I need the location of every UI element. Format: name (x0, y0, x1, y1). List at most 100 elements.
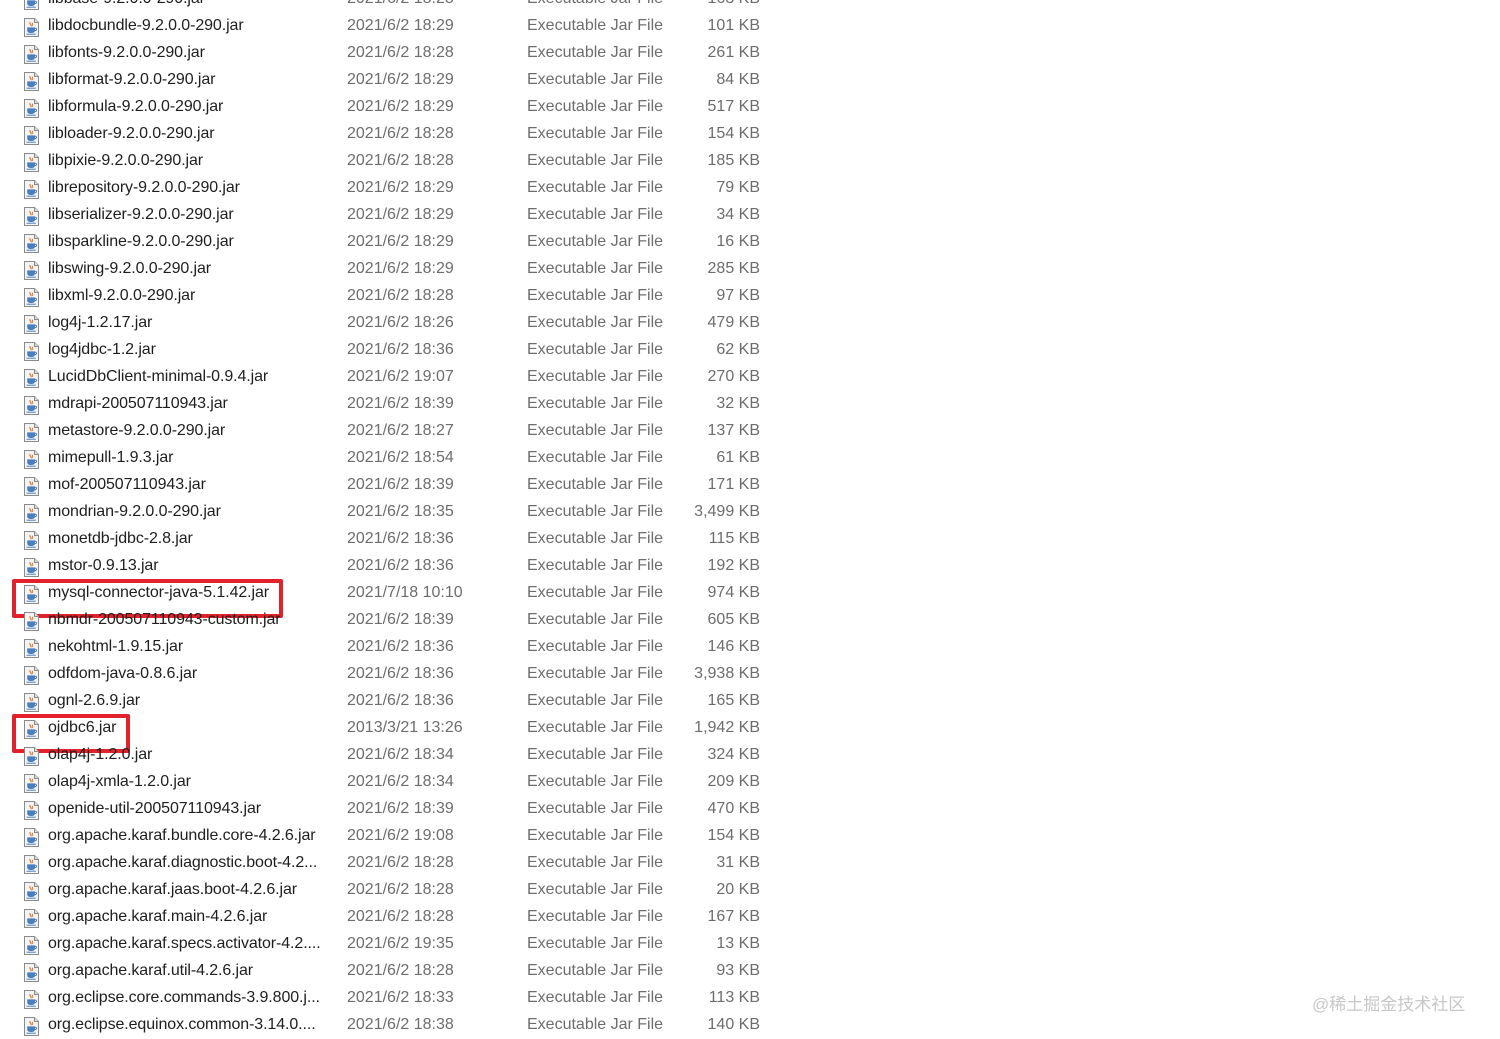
file-row[interactable]: libloader-9.2.0.0-290.jar 2021/6/2 18:28 E… (0, 121, 800, 148)
file-row[interactable]: libswing-9.2.0.0-290.jar 2021/6/2 18:29 Ex… (0, 256, 800, 283)
file-name: librepository-9.2.0.0-290.jar (48, 179, 240, 196)
file-row[interactable]: org.apache.karaf.specs.activator-4.2....… (0, 931, 800, 958)
file-row[interactable]: nekohtml-1.9.15.jar 2021/6/2 18:36 Executa… (0, 634, 800, 661)
file-row[interactable]: org.apache.karaf.jaas.boot-4.2.6.jar 2021… (0, 877, 800, 904)
file-size: 165 KB (707, 692, 760, 709)
file-row[interactable]: libbase-9.2.0.0-290.jar 2021/6/2 18:28 Exe… (0, 0, 800, 13)
file-type: Executable Jar File (527, 260, 664, 277)
file-size: 167 KB (707, 908, 760, 925)
file-row[interactable]: libserializer-9.2.0.0-290.jar 2021/6/2 18… (0, 202, 800, 229)
file-type: Executable Jar File (527, 1016, 664, 1033)
file-date: 2021/6/2 18:36 (347, 665, 454, 682)
file-row[interactable]: libformat-9.2.0.0-290.jar 2021/6/2 18:29 E… (0, 67, 800, 94)
file-row[interactable]: mysql-connector-java-5.1.42.jar 2021/7/18… (0, 579, 800, 618)
file-date: 2021/6/2 18:28 (347, 908, 454, 925)
file-row[interactable]: mof-200507110943.jar 2021/6/2 18:39 Execut… (0, 472, 800, 499)
file-row[interactable]: mondrian-9.2.0.0-290.jar 2021/6/2 18:35 Ex… (0, 499, 800, 526)
file-row[interactable]: mdrapi-200507110943.jar 2021/6/2 18:39 Exe… (0, 391, 800, 418)
file-size: 324 KB (707, 746, 760, 763)
file-row[interactable]: monetdb-jdbc-2.8.jar 2021/6/2 18:36 Execut… (0, 526, 800, 553)
file-date: 2021/6/2 18:29 (347, 233, 454, 250)
file-name: org.apache.karaf.jaas.boot-4.2.6.jar (48, 881, 298, 898)
file-row[interactable]: odfdom-java-0.8.6.jar 2021/6/2 18:36 Execu… (0, 661, 800, 688)
file-date: 2021/6/2 18:28 (347, 0, 454, 8)
file-row[interactable]: olap4j-1.2.0.jar 2021/6/2 18:34 Executable… (0, 742, 800, 769)
file-row[interactable]: libformula-9.2.0.0-290.jar 2021/6/2 18:29… (0, 94, 800, 121)
file-type: Executable Jar File (527, 17, 664, 34)
file-size: 3,938 KB (694, 665, 760, 682)
file-row[interactable]: libpixie-9.2.0.0-290.jar 2021/6/2 18:28 Ex… (0, 148, 800, 175)
file-row[interactable]: libdocbundle-9.2.0.0-290.jar 2021/6/2 18:… (0, 13, 800, 40)
file-date: 2021/6/2 18:28 (347, 854, 454, 871)
file-row[interactable]: ognl-2.6.9.jar 2021/6/2 18:36 Executable J… (0, 688, 800, 715)
file-type: Executable Jar File (527, 854, 664, 871)
file-row[interactable]: log4jdbc-1.2.jar 2021/6/2 18:36 Executable… (0, 337, 800, 364)
file-name: mdrapi-200507110943.jar (48, 395, 228, 412)
file-name: org.apache.karaf.util-4.2.6.jar (48, 962, 254, 979)
file-row[interactable]: log4j-1.2.17.jar 2021/6/2 18:26 Executable… (0, 310, 800, 337)
file-row[interactable]: libxml-9.2.0.0-290.jar 2021/6/2 18:28 Exec… (0, 283, 800, 310)
file-row[interactable]: LucidDbClient-minimal-0.9.4.jar 2021/6/2 … (0, 364, 800, 391)
file-row[interactable]: org.eclipse.core.commands-3.9.800.j... 20… (0, 985, 800, 1012)
file-type: Executable Jar File (527, 125, 664, 142)
java-jar-icon (23, 585, 40, 604)
java-jar-icon (23, 261, 40, 280)
file-name: ognl-2.6.9.jar (48, 692, 140, 709)
file-row[interactable]: org.apache.karaf.bundle.core-4.2.6.jar 20… (0, 823, 800, 850)
file-row[interactable]: libfonts-9.2.0.0-290.jar 2021/6/2 18:28 Ex… (0, 40, 800, 67)
file-type: Executable Jar File (527, 530, 664, 547)
file-size: 974 KB (707, 584, 760, 601)
file-row[interactable]: librepository-9.2.0.0-290.jar 2021/6/2 18… (0, 175, 800, 202)
file-row[interactable]: olap4j-xmla-1.2.0.jar 2021/6/2 18:34 Execu… (0, 769, 800, 796)
file-size: 209 KB (707, 773, 760, 790)
file-row[interactable]: org.apache.karaf.util-4.2.6.jar 2021/6/2 … (0, 958, 800, 985)
file-row[interactable]: org.apache.karaf.diagnostic.boot-4.2... 2… (0, 850, 800, 877)
file-name: mstor-0.9.13.jar (48, 557, 159, 574)
java-jar-icon (23, 126, 40, 145)
file-name: libformula-9.2.0.0-290.jar (48, 98, 224, 115)
file-type: Executable Jar File (527, 449, 664, 466)
java-jar-icon (23, 531, 40, 550)
file-row[interactable]: mstor-0.9.13.jar 2021/6/2 18:36 Executable… (0, 553, 800, 580)
file-size: 137 KB (707, 422, 760, 439)
file-size: 113 KB (708, 989, 760, 1006)
file-list: libbase-9.2.0.0-290.jar 2021/6/2 18:28 Exe… (0, 0, 800, 1039)
file-date: 2021/6/2 18:35 (347, 503, 454, 520)
file-name: mondrian-9.2.0.0-290.jar (48, 503, 221, 520)
java-jar-icon (23, 612, 40, 631)
file-row[interactable]: metastore-9.2.0.0-290.jar 2021/6/2 18:27 E… (0, 418, 800, 445)
file-date: 2021/6/2 18:36 (347, 341, 454, 358)
file-date: 2021/6/2 18:29 (347, 206, 454, 223)
java-jar-icon (23, 747, 40, 766)
file-type: Executable Jar File (527, 0, 663, 8)
file-name: openide-util-200507110943.jar (48, 800, 261, 817)
file-type: Executable Jar File (527, 611, 664, 628)
file-date: 2021/6/2 18:28 (347, 44, 454, 61)
file-size: 32 KB (716, 395, 760, 412)
file-type: Executable Jar File (527, 908, 664, 925)
file-row[interactable]: openide-util-200507110943.jar 2021/6/2 18… (0, 796, 800, 823)
file-date: 2021/6/2 18:29 (347, 17, 454, 34)
file-row[interactable]: mimepull-1.9.3.jar 2021/6/2 18:54 Executab… (0, 445, 800, 472)
java-jar-icon (23, 153, 40, 172)
java-jar-icon (23, 369, 40, 388)
file-type: Executable Jar File (527, 422, 664, 439)
file-row[interactable]: org.apache.karaf.main-4.2.6.jar 2021/6/2 … (0, 904, 800, 931)
java-jar-icon (23, 315, 40, 334)
file-name: olap4j-xmla-1.2.0.jar (48, 773, 191, 790)
file-name: libsparkline-9.2.0.0-290.jar (48, 233, 234, 250)
file-row[interactable]: libsparkline-9.2.0.0-290.jar 2021/6/2 18:… (0, 229, 800, 256)
file-row[interactable]: nbmdr-200507110943-custom.jar 2021/6/2 18… (0, 607, 800, 634)
file-type: Executable Jar File (527, 71, 664, 88)
java-jar-icon (23, 72, 40, 91)
file-date: 2021/6/2 18:28 (347, 962, 454, 979)
file-type: Executable Jar File (527, 989, 664, 1006)
java-jar-icon (23, 990, 40, 1009)
file-size: 154 KB (707, 827, 760, 844)
file-type: Executable Jar File (527, 557, 664, 574)
file-row[interactable]: ojdbc6.jar 2013/3/21 13:26 Executable Jar … (0, 714, 800, 753)
file-row[interactable]: org.eclipse.equinox.common-3.14.0.... 202… (0, 1012, 800, 1039)
java-jar-icon (23, 963, 40, 982)
java-jar-icon (23, 828, 40, 847)
file-type: Executable Jar File (527, 152, 664, 169)
